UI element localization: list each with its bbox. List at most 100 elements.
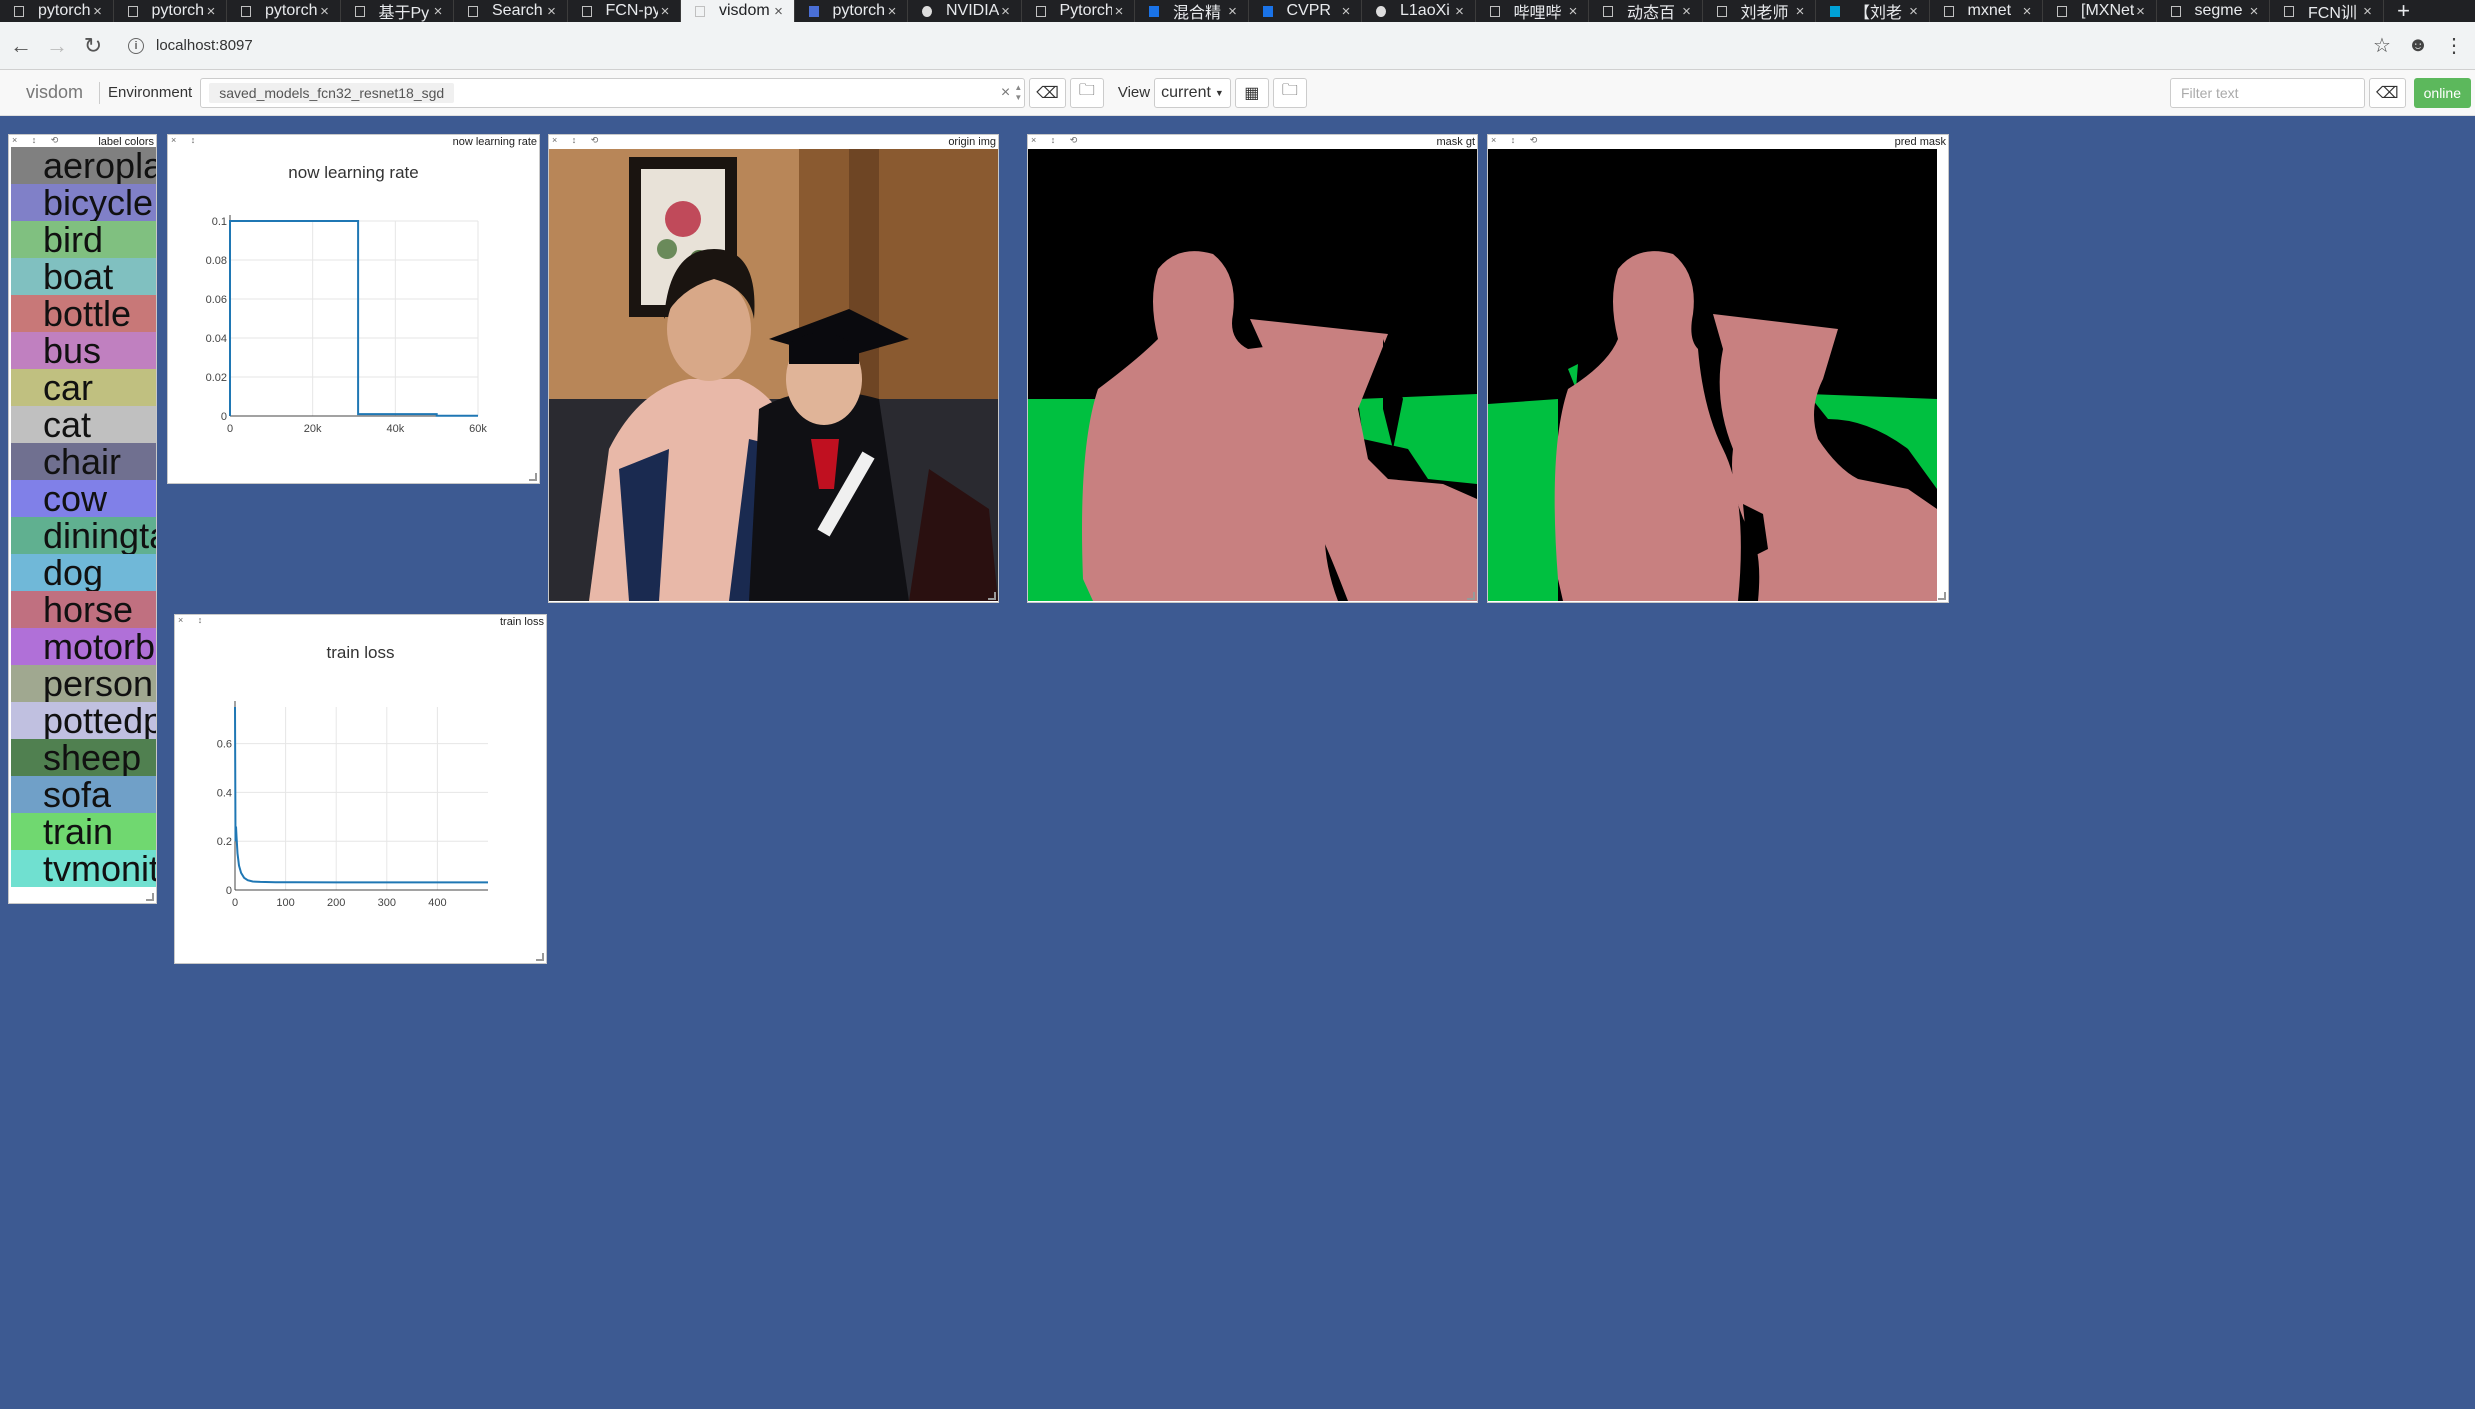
tab-close-icon[interactable]: × <box>545 3 559 20</box>
tab-label: visdom <box>719 2 770 19</box>
view-select[interactable]: current ▼ <box>1154 77 1231 108</box>
tab-close-icon[interactable]: × <box>1112 3 1126 20</box>
pane-label-colors[interactable]: × ↕ ⟲ label colors aeroplanebicyclebirdb… <box>8 134 157 904</box>
label-color-item: motorbike <box>11 628 156 665</box>
resize-handle[interactable] <box>1938 592 1946 600</box>
back-icon[interactable]: ← <box>6 31 36 61</box>
series-line[interactable] <box>229 220 478 417</box>
tab-close-icon[interactable]: × <box>431 3 445 20</box>
resize-handle[interactable] <box>529 473 537 481</box>
tab-close-icon[interactable]: × <box>1566 3 1580 20</box>
tab-close-icon[interactable]: × <box>2134 3 2148 20</box>
filter-clear-eraser-icon[interactable]: ⌫ <box>2369 77 2406 108</box>
x-tick-label: 0 <box>227 423 233 435</box>
pane-header: × ↕ ⟲ origin img <box>549 135 998 149</box>
y-tick-label: 0.2 <box>217 836 232 848</box>
browser-tab[interactable]: pytorch × <box>795 0 908 22</box>
label-color-item: sofa <box>11 776 156 813</box>
browser-tab[interactable]: 哔哩哔 × <box>1476 0 1589 22</box>
resize-handle[interactable] <box>988 592 996 600</box>
new-tab-button[interactable]: + <box>2384 0 2424 22</box>
spinner-arrows-icon[interactable]: ▲ ▼ <box>1014 83 1022 103</box>
pane-mask-gt[interactable]: × ↕ ⟲ mask gt <box>1027 134 1478 603</box>
tab-close-icon[interactable]: × <box>1339 3 1353 20</box>
browser-tab[interactable]: L1aoXi × <box>1362 0 1476 22</box>
online-status-button[interactable]: online <box>2413 77 2471 108</box>
browser-tab[interactable]: segme × <box>2157 0 2270 22</box>
series-line[interactable] <box>234 706 488 884</box>
browser-tab[interactable]: FCN-py × <box>568 0 681 22</box>
tab-close-icon[interactable]: × <box>1453 3 1467 20</box>
browser-tab[interactable]: FCN训 × <box>2270 0 2384 22</box>
browser-tab[interactable]: 动态百 × <box>1589 0 1703 22</box>
menu-kebab-icon[interactable]: ⋮ <box>2439 31 2469 61</box>
label-color-item: sheep <box>11 739 156 776</box>
browser-tab[interactable]: [MXNet × <box>2043 0 2157 22</box>
browser-tab[interactable]: 混合精 × <box>1135 0 1249 22</box>
resize-handle[interactable] <box>1467 592 1475 600</box>
pane-controls[interactable]: × ↕ <box>178 615 208 625</box>
x-tick-label: 40k <box>386 423 404 435</box>
resize-handle[interactable] <box>146 893 154 901</box>
browser-tab[interactable]: pytorch × <box>114 0 227 22</box>
filter-input[interactable]: Filter text <box>2170 77 2365 108</box>
tab-close-icon[interactable]: × <box>885 3 899 20</box>
tab-close-icon[interactable]: × <box>318 3 332 20</box>
browser-tab[interactable]: visdom × <box>681 0 795 22</box>
pane-header: × ↕ ⟲ pred mask <box>1488 135 1948 149</box>
pane-header: × ↕ train loss <box>175 615 546 629</box>
tab-close-icon[interactable]: × <box>2247 3 2261 20</box>
browser-tab[interactable]: mxnet × <box>1930 0 2043 22</box>
tab-close-icon[interactable]: × <box>1907 3 1921 20</box>
browser-tab[interactable]: pytorch × <box>0 0 114 22</box>
clear-env-eraser-icon[interactable]: ⌫ <box>1029 77 1066 108</box>
label-color-item: boat <box>11 258 156 295</box>
pane-pred-mask[interactable]: × ↕ ⟲ pred mask <box>1487 134 1949 603</box>
browser-tab[interactable]: Search × <box>454 0 568 22</box>
tab-close-icon[interactable]: × <box>999 3 1013 20</box>
tab-close-icon[interactable]: × <box>2020 3 2034 20</box>
tab-close-icon[interactable]: × <box>2361 3 2375 20</box>
manage-views-folder-icon[interactable]: 🗀 <box>1272 77 1307 108</box>
train-loss-chart[interactable]: 0 100 200 300 400 0 0.2 0.4 0.6 <box>175 629 546 949</box>
tab-label: NVIDIA <box>946 2 999 19</box>
tab-close-icon[interactable]: × <box>1226 3 1240 20</box>
pane-train-loss[interactable]: × ↕ train loss train loss 0 100 200 300 400 0… <box>174 614 547 964</box>
site-info-icon[interactable]: i <box>128 37 144 54</box>
pane-learning-rate[interactable]: × ↕ now learning rate now learning rate … <box>167 134 540 484</box>
browser-tab[interactable]: CVPR × <box>1249 0 1362 22</box>
pane-controls[interactable]: × ↕ ⟲ <box>552 135 604 146</box>
pane-origin-img[interactable]: × ↕ ⟲ origin img <box>548 134 999 603</box>
environment-select[interactable]: saved_models_fcn32_resnet18_sgd × ▲ ▼ <box>200 77 1026 108</box>
browser-tab[interactable]: pytorch × <box>227 0 341 22</box>
clear-icon[interactable]: × <box>1001 84 1010 102</box>
bookmark-star-icon[interactable]: ☆ <box>2367 31 2397 61</box>
tab-close-icon[interactable]: × <box>204 3 218 20</box>
learning-rate-chart[interactable]: 0 20k 40k 60k 0 0.02 0.04 0.06 0.08 0.1 <box>168 149 539 469</box>
pane-controls[interactable]: × ↕ ⟲ <box>1491 135 1543 146</box>
doc-icon <box>354 5 365 17</box>
reload-icon[interactable]: ↻ <box>78 31 108 61</box>
browser-tab[interactable]: Pytorch × <box>1022 0 1135 22</box>
pane-controls[interactable]: × ↕ ⟲ <box>12 135 64 146</box>
tab-close-icon[interactable]: × <box>1793 3 1807 20</box>
pane-controls[interactable]: × ↕ ⟲ <box>1031 135 1083 146</box>
tab-close-icon[interactable]: × <box>1680 3 1694 20</box>
x-tick-label: 20k <box>304 423 322 435</box>
tab-close-icon[interactable]: × <box>658 3 672 20</box>
repack-grid-icon[interactable]: ▦ <box>1234 77 1269 108</box>
browser-tab[interactable]: 基于Py × <box>341 0 454 22</box>
manage-env-folder-icon[interactable]: 🗀 <box>1069 77 1104 108</box>
browser-tab[interactable]: NVIDIA × <box>908 0 1022 22</box>
account-icon[interactable]: ☻ <box>2403 31 2433 61</box>
pane-controls[interactable]: × ↕ <box>171 135 201 145</box>
forward-icon[interactable]: → <box>42 31 72 61</box>
pane-title: pred mask <box>1894 136 1946 148</box>
github-icon <box>1376 5 1386 17</box>
resize-handle[interactable] <box>536 953 544 961</box>
tab-close-icon[interactable]: × <box>772 3 786 20</box>
browser-tab[interactable]: 【刘老 × <box>1816 0 1930 22</box>
browser-tab[interactable]: 刘老师 × <box>1703 0 1816 22</box>
tab-close-icon[interactable]: × <box>91 3 105 20</box>
url-field[interactable]: i localhost:8097 <box>128 37 2367 54</box>
